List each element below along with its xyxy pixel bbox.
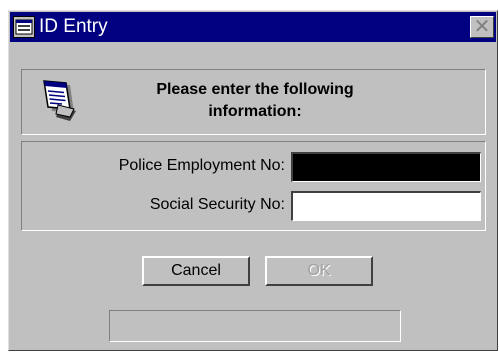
status-bar [109, 310, 401, 342]
instruction-text: Please enter the following information: [110, 79, 400, 123]
ssn-label: Social Security No: [149, 196, 285, 213]
window-icon[interactable] [13, 16, 35, 38]
id-entry-dialog: ID Entry ✕ Please enter the following in… [8, 10, 498, 351]
instruction-banner: Please enter the following information: [21, 69, 486, 135]
employment-number-field[interactable] [291, 152, 481, 182]
instruction-line-2: information: [208, 103, 302, 120]
employment-number-label: Police Employment No: [118, 157, 285, 174]
cancel-button[interactable]: Cancel [142, 256, 250, 286]
ssn-field[interactable] [291, 191, 481, 221]
close-icon: ✕ [473, 14, 491, 38]
title-bar[interactable]: ID Entry ✕ [10, 12, 496, 42]
window-title: ID Entry [39, 16, 108, 37]
close-button[interactable]: ✕ [470, 16, 494, 38]
instruction-line-1: Please enter the following [156, 81, 354, 98]
id-card-icon [34, 79, 80, 125]
id-form: Police Employment No: Social Security No… [21, 141, 486, 231]
ok-button[interactable]: OK [265, 256, 373, 286]
